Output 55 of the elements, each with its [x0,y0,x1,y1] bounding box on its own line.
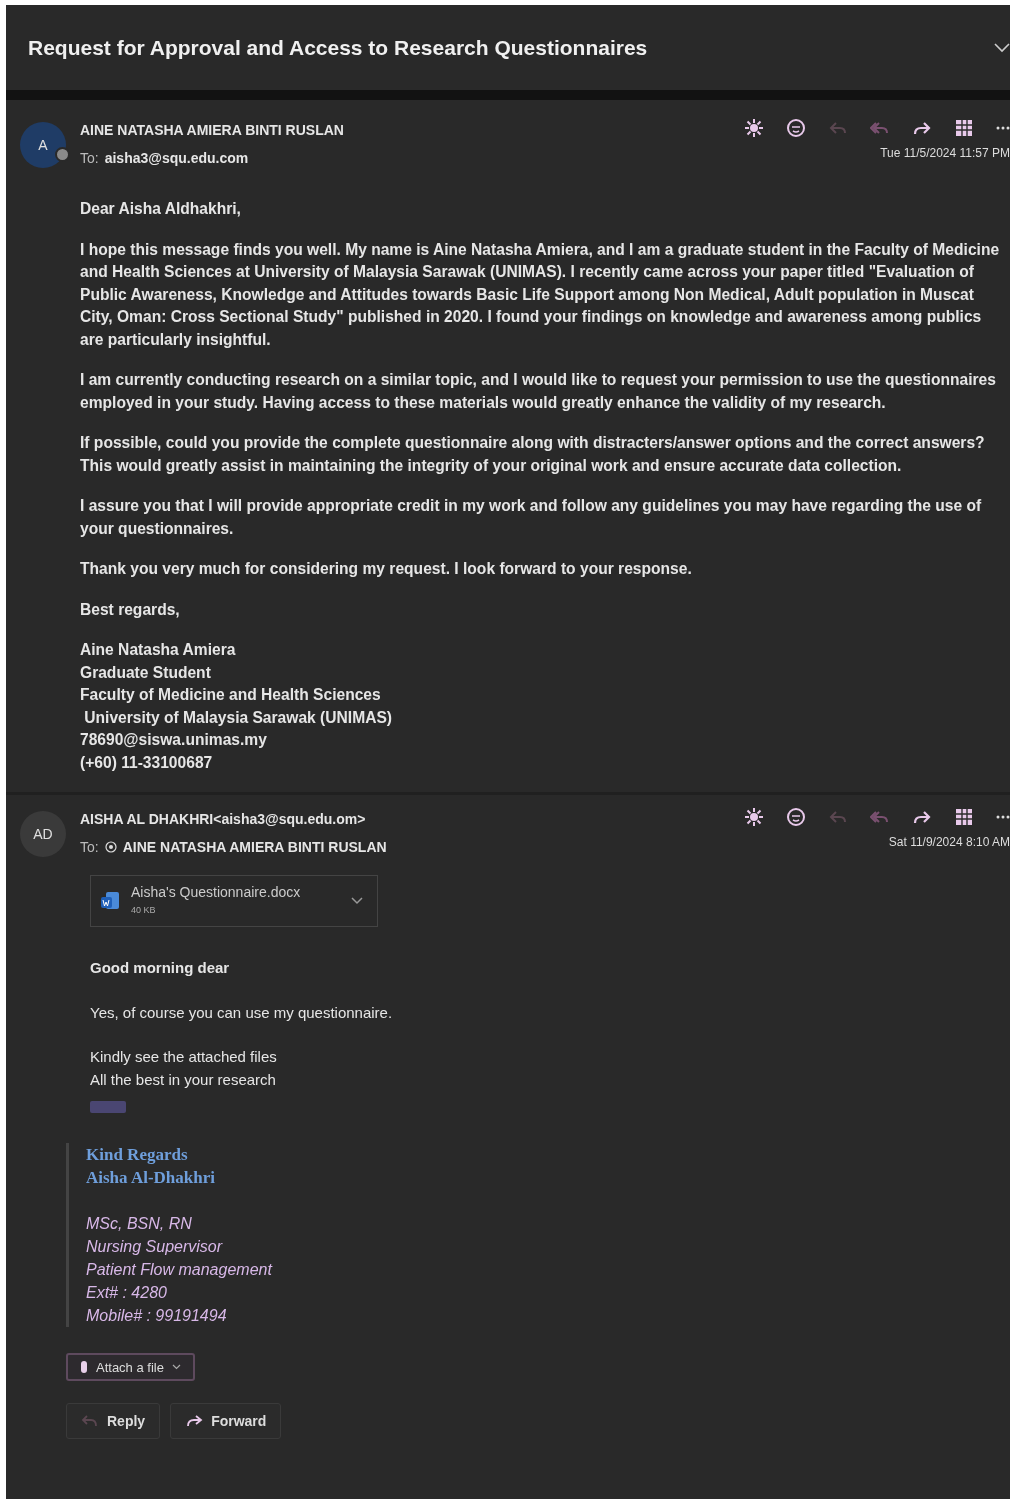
reply-button[interactable]: Reply [66,1403,161,1439]
to-label: To: [80,150,99,166]
attachment-size: 40 KB [131,904,157,917]
recipient: aisha3@squ.edu.com [104,150,249,166]
message-paragraph: Best regards, [80,599,181,620]
paperclip-icon [80,1360,88,1374]
grid-icon[interactable] [954,118,974,138]
emoji-icon[interactable] [786,118,806,138]
message-greeting: Good morning dear [90,958,231,978]
grid-icon[interactable] [954,807,974,827]
signature-line: Patient Flow management [86,1260,274,1280]
to-label: To: [80,839,99,855]
email-subject: Request for Approval and Access to Research Questionnaires [28,35,648,60]
text-line: (+60) 11-33100687 [80,752,214,773]
text-line: University of Malaysia Sarawak (UNIMAS) [83,707,393,728]
attachment-name: Aisha's Questionnaire.docx [131,883,302,901]
presence-icon [55,147,70,162]
attachment-card[interactable]: Aisha's Questionnaire.docx 40 KB [90,875,378,927]
chevron-down-icon [171,1364,181,1370]
message-date: Tue 11/5/2024 11:57 PM [880,146,1010,160]
sender-name: AINE NATASHA AMIERA BINTI RUSLAN [80,122,345,138]
signature-line: MSc, BSN, RN [86,1214,193,1234]
text-line: 78690@siswa.unimas.my [80,730,268,750]
text-line: All the best in your research [90,1069,277,1090]
recipient: AINE NATASHA AMIERA BINTI RUSLAN [122,839,387,855]
reply-icon [81,1414,99,1428]
document-icon [99,890,121,912]
message-date: Sat 11/9/2024 8:10 AM [888,835,1010,849]
message-paragraph: I hope this message finds you well. My name is Aine Natasha Amiera, and I am a graduate student in the Faculty of Medicine and Health Sciences at University of Malaysia Sarawak (UNIMAS). I recently came across your paper titled "Evaluation of Public Awareness, Knowledge and Attitudes towards Basic Life Support among Non Medical, Adult population in Muscat City, Oman: Cross Sectional Study" published in 2020. I found your findings on knowledge and awareness among publics are particularly insightful. [80,239,1000,350]
sun-icon[interactable] [744,807,764,827]
message-paragraph: If possible, could you provide the complete questionnaire along with distracters/answer options and the correct answers? This would greatly assist in maintaining the integrity of your original work and ensure accurate data collection. [80,433,986,476]
sun-icon[interactable] [744,118,764,138]
message-paragraph: Yes, of course you can use my questionnaire. [90,1002,394,1023]
sender-name: AISHA AL DHAKHRI<aisha3@squ.edu.om> [80,811,367,827]
signature-line: Nursing Supervisor [86,1237,224,1257]
signature-line: Mobile# : 99191494 [86,1306,228,1326]
message-paragraph: Thank you very much for considering my request. I look forward to your response. [80,559,693,579]
text-line: Graduate Student [80,662,212,683]
attach-file-button[interactable]: Attach a file [66,1353,195,1381]
avatar: A [20,122,66,168]
avatar: AD [20,811,66,857]
message-paragraph: I am currently conducting research on a similar topic, and I would like to request your permission to use the questionnaires employed in your study. Having access to these materials would greatly enhance the validity of my research. [80,370,997,413]
text-line: Faculty of Medicine and Health Sciences [80,685,382,705]
forward-button[interactable]: Forward [170,1403,282,1439]
message-paragraph: I assure you that I will provide appropriate credit in my work and follow any guidelines you may have regarding the use of your questionnaires. [80,496,983,539]
message-paragraph: Dear Aisha Aldhakhri, [80,199,242,219]
chevron-down-icon[interactable] [994,42,1010,53]
signature-name: Kind Regards [86,1144,189,1166]
chevron-down-icon[interactable] [351,897,363,905]
text-line: Aine Natasha Amiera [80,640,237,660]
forward-icon [185,1414,204,1428]
text-line: Kindly see the attached files [90,1047,278,1067]
signature-name: Aisha Al-Dhakhri [86,1167,216,1189]
emoji-icon[interactable] [786,807,806,827]
signature-line: Ext# : 4280 [86,1283,168,1303]
